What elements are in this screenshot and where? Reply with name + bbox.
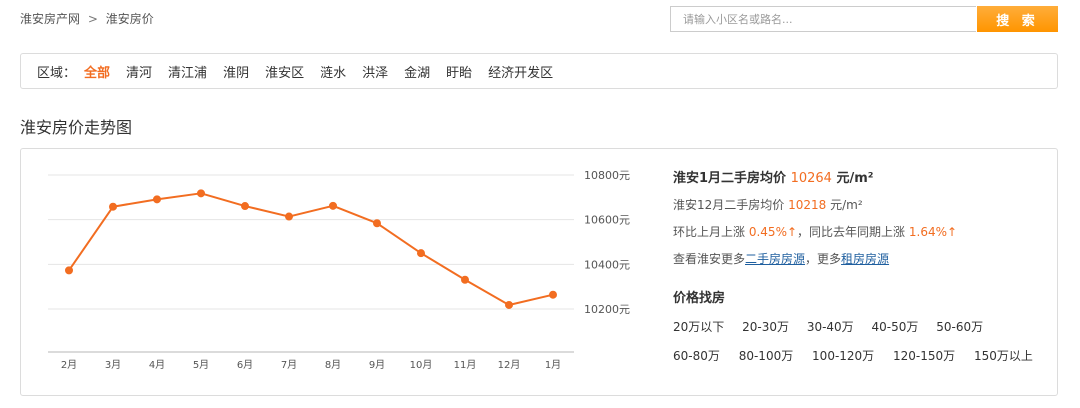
chart-data-point bbox=[109, 202, 117, 211]
price-range-row-2: 60-80万 80-100万 100-120万 120-150万 150万以上 bbox=[673, 347, 1053, 364]
yoy-label: ，同比去年同期上涨 bbox=[797, 225, 906, 239]
price-range-link[interactable]: 60-80万 bbox=[673, 349, 720, 363]
chart-data-point bbox=[285, 212, 293, 221]
chart-data-point bbox=[505, 300, 513, 309]
price-range-link[interactable]: 20万以下 bbox=[673, 320, 724, 334]
mom-up-arrow-icon: ↑ bbox=[786, 225, 798, 239]
search-button[interactable]: 搜 索 bbox=[977, 6, 1058, 32]
chart-data-point bbox=[549, 290, 557, 299]
chart-x-tick-label: 4月 bbox=[149, 359, 165, 371]
chart-series-line bbox=[68, 192, 554, 306]
region-filter: 区域： 全部 清河 清江浦 淮阴 淮安区 涟水 洪泽 金湖 盱眙 经济开发区 bbox=[20, 53, 1058, 89]
region-filter-label: 区域： bbox=[37, 65, 77, 81]
section-title: 淮安房价走势图 bbox=[20, 118, 133, 137]
chart-x-tick-label: 10月 bbox=[410, 359, 433, 371]
chart-data-point bbox=[241, 202, 249, 211]
chart-x-tick-label: 1月 bbox=[545, 359, 561, 371]
chart-data-point bbox=[417, 249, 425, 258]
chart-y-tick-label: 10800元 bbox=[584, 169, 630, 182]
yoy-up-arrow-icon: ↑ bbox=[947, 225, 958, 239]
previous-price-value: 10218 bbox=[788, 198, 827, 212]
chart-x-tick-label: 8月 bbox=[325, 359, 341, 371]
region-item-qingjiangpu[interactable]: 清江浦 bbox=[168, 62, 207, 81]
region-item-hongze[interactable]: 洪泽 bbox=[362, 62, 388, 81]
breadcrumb-separator: > bbox=[87, 12, 98, 26]
chart-data-point bbox=[373, 219, 381, 228]
chart-x-tick-label: 11月 bbox=[454, 359, 477, 371]
current-price-value: 10264 bbox=[790, 171, 832, 186]
region-item-economic-zone[interactable]: 经济开发区 bbox=[488, 62, 553, 81]
secondhand-listings-link[interactable]: 二手房房源 bbox=[745, 252, 805, 266]
more-prefix: 查看淮安更多 bbox=[673, 252, 746, 266]
chart-x-tick-label: 12月 bbox=[498, 359, 521, 371]
price-range-link[interactable]: 80-100万 bbox=[739, 349, 794, 363]
breadcrumb: 淮安房产网 > 淮安房价 bbox=[20, 10, 154, 27]
yoy-value: 1.64% bbox=[908, 225, 947, 239]
mom-label: 环比上月上涨 bbox=[673, 225, 746, 239]
search-input[interactable] bbox=[670, 6, 976, 32]
current-price-label: 淮安1月二手房均价 bbox=[673, 171, 787, 186]
price-range-link[interactable]: 120-150万 bbox=[893, 349, 955, 363]
price-range-link[interactable]: 100-120万 bbox=[812, 349, 874, 363]
chart-data-point bbox=[65, 266, 73, 275]
region-item-huaiyin[interactable]: 淮阴 bbox=[223, 62, 249, 81]
chart-data-point bbox=[329, 201, 337, 210]
region-item-xuyi[interactable]: 盱眙 bbox=[446, 62, 472, 81]
region-item-jinhu[interactable]: 金湖 bbox=[404, 62, 430, 81]
chart-data-point bbox=[153, 195, 161, 204]
price-range-link[interactable]: 50-60万 bbox=[936, 320, 983, 334]
chart-x-tick-label: 7月 bbox=[281, 359, 297, 371]
chart-x-tick-label: 5月 bbox=[193, 359, 209, 371]
chart-data-point bbox=[197, 189, 205, 198]
rental-listings-link[interactable]: 租房房源 bbox=[841, 252, 889, 266]
mom-value: 0.45% bbox=[748, 225, 787, 239]
more-mid-text: ，更多 bbox=[805, 252, 842, 266]
chart-x-tick-label: 3月 bbox=[105, 359, 121, 371]
price-range-link[interactable]: 20-30万 bbox=[742, 320, 789, 334]
current-price-headline: 淮安1月二手房均价 10264 元/m² bbox=[673, 167, 1053, 186]
price-search-title: 价格找房 bbox=[673, 291, 726, 306]
chart-x-tick-label: 2月 bbox=[61, 359, 77, 371]
region-item-all[interactable]: 全部 bbox=[84, 62, 110, 81]
price-trend-panel: 10200元 10400元 10600元 10800元 2月 3月 4月 5月 6月 7月 8月 9月… bbox=[20, 148, 1058, 396]
page-root: 淮安房产网 > 淮安房价 搜 索 区域： 全部 清河 清江浦 淮阴 淮安区 涟水… bbox=[0, 0, 1080, 408]
chart-y-tick-label: 10400元 bbox=[584, 258, 630, 271]
price-info: 淮安1月二手房均价 10264 元/m² 淮安12月二手房均价 10218 元/… bbox=[673, 167, 1053, 364]
region-item-qinghe[interactable]: 清河 bbox=[126, 62, 152, 81]
breadcrumb-current: 淮安房价 bbox=[105, 12, 154, 26]
chart-data-point bbox=[461, 275, 469, 284]
price-range-link[interactable]: 150万以上 bbox=[974, 349, 1033, 363]
previous-price-line: 淮安12月二手房均价 10218 元/m² bbox=[673, 196, 1053, 213]
price-range-row-1: 20万以下 20-30万 30-40万 40-50万 50-60万 bbox=[673, 318, 1053, 335]
price-range-link[interactable]: 30-40万 bbox=[807, 320, 854, 334]
chart-x-tick-label: 9月 bbox=[369, 359, 385, 371]
region-item-huaian-district[interactable]: 淮安区 bbox=[265, 62, 304, 81]
breadcrumb-home-link[interactable]: 淮安房产网 bbox=[20, 12, 80, 26]
chart-y-tick-label: 10600元 bbox=[584, 214, 630, 227]
change-rate-line: 环比上月上涨 0.45%↑，同比去年同期上涨 1.64%↑ bbox=[673, 223, 1053, 240]
chart-x-tick-label: 6月 bbox=[237, 359, 253, 371]
previous-price-label: 淮安12月二手房均价 bbox=[673, 198, 785, 212]
price-trend-chart: 10200元 10400元 10600元 10800元 2月 3月 4月 5月 6月 7月 8月 9月… bbox=[48, 169, 630, 371]
more-links-line: 查看淮安更多二手房房源，更多租房房源 bbox=[673, 250, 1053, 267]
current-price-unit: 元/m² bbox=[836, 171, 874, 186]
region-item-lianshui[interactable]: 涟水 bbox=[320, 62, 346, 81]
previous-price-unit: 元/m² bbox=[830, 198, 863, 212]
chart-y-tick-label: 10200元 bbox=[584, 303, 630, 316]
price-range-link[interactable]: 40-50万 bbox=[872, 320, 919, 334]
